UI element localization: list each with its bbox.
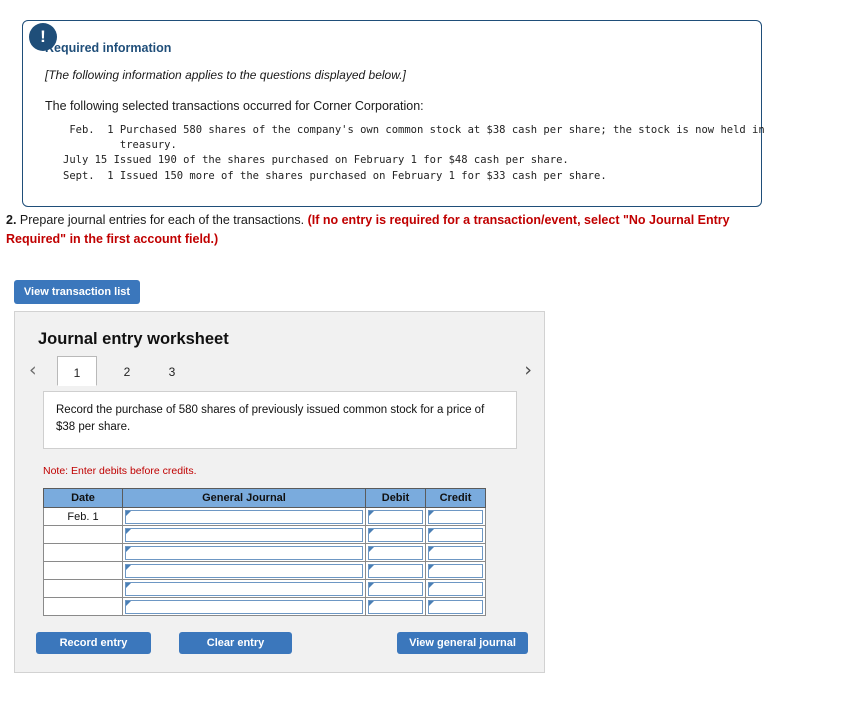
view-general-journal-button[interactable]: View general journal bbox=[397, 632, 528, 654]
general-journal-input[interactable] bbox=[125, 545, 363, 560]
credit-cell bbox=[425, 507, 486, 526]
credit-input[interactable] bbox=[428, 527, 483, 542]
debit-cell bbox=[365, 543, 426, 562]
general-journal-cell bbox=[122, 525, 366, 544]
general-journal-cell bbox=[122, 597, 366, 616]
date-cell[interactable]: Feb. 1 bbox=[43, 507, 123, 526]
general-journal-cell bbox=[122, 579, 366, 598]
credit-input[interactable] bbox=[428, 509, 483, 524]
credit-cell bbox=[425, 561, 486, 580]
table-row bbox=[43, 597, 486, 616]
general-journal-input[interactable] bbox=[125, 527, 363, 542]
general-journal-cell bbox=[122, 543, 366, 562]
debit-input[interactable] bbox=[368, 509, 423, 524]
clear-entry-button[interactable]: Clear entry bbox=[179, 632, 292, 654]
date-cell[interactable] bbox=[43, 579, 123, 598]
debit-cell bbox=[365, 525, 426, 544]
general-journal-input[interactable] bbox=[125, 509, 363, 524]
debit-cell bbox=[365, 579, 426, 598]
credit-cell bbox=[425, 579, 486, 598]
journal-entry-worksheet-panel: Journal entry worksheet ‹ 1 2 3 › Record… bbox=[14, 311, 545, 673]
required-information-subnote: [The following information applies to th… bbox=[45, 68, 406, 82]
debit-input[interactable] bbox=[368, 527, 423, 542]
question-text: Prepare journal entries for each of the … bbox=[19, 213, 305, 227]
table-row bbox=[43, 561, 486, 580]
view-transaction-list-button[interactable]: View transaction list bbox=[14, 280, 140, 304]
debit-cell bbox=[365, 507, 426, 526]
required-information-lead: The following selected transactions occu… bbox=[45, 99, 424, 113]
worksheet-prompt: Record the purchase of 580 shares of pre… bbox=[43, 391, 517, 449]
question-number: 2. bbox=[6, 213, 17, 227]
debit-input[interactable] bbox=[368, 563, 423, 578]
table-header-row: Date General Journal Debit Credit bbox=[43, 488, 486, 508]
general-journal-cell bbox=[122, 561, 366, 580]
table-row: Feb. 1 bbox=[43, 507, 486, 526]
question-instruction: 2. Prepare journal entries for each of t… bbox=[6, 211, 786, 249]
worksheet-title: Journal entry worksheet bbox=[38, 330, 229, 348]
debit-cell bbox=[365, 561, 426, 580]
credit-input[interactable] bbox=[428, 581, 483, 596]
column-header-general-journal: General Journal bbox=[122, 488, 366, 508]
journal-entry-table: Date General Journal Debit Credit Feb. 1 bbox=[43, 488, 486, 616]
date-cell[interactable] bbox=[43, 543, 123, 562]
chevron-left-icon[interactable]: ‹ bbox=[29, 359, 37, 381]
required-information-title: Required information bbox=[45, 41, 172, 55]
debit-input[interactable] bbox=[368, 599, 423, 614]
worksheet-tabstrip: ‹ 1 2 3 › bbox=[29, 356, 532, 389]
record-entry-button[interactable]: Record entry bbox=[36, 632, 151, 654]
credit-cell bbox=[425, 597, 486, 616]
debit-input[interactable] bbox=[368, 545, 423, 560]
credit-input[interactable] bbox=[428, 545, 483, 560]
chevron-right-icon[interactable]: › bbox=[524, 359, 532, 381]
general-journal-input[interactable] bbox=[125, 581, 363, 596]
worksheet-tab-3[interactable]: 3 bbox=[152, 356, 192, 386]
credit-cell bbox=[425, 543, 486, 562]
transaction-list-text: Feb. 1 Purchased 580 shares of the compa… bbox=[63, 124, 765, 182]
general-journal-input[interactable] bbox=[125, 599, 363, 614]
credit-input[interactable] bbox=[428, 599, 483, 614]
exclamation-icon: ! bbox=[29, 23, 57, 51]
general-journal-input[interactable] bbox=[125, 563, 363, 578]
date-cell[interactable] bbox=[43, 561, 123, 580]
table-row bbox=[43, 525, 486, 544]
table-row bbox=[43, 579, 486, 598]
column-header-date: Date bbox=[43, 488, 123, 508]
debits-before-credits-note: Note: Enter debits before credits. bbox=[43, 465, 197, 477]
credit-input[interactable] bbox=[428, 563, 483, 578]
worksheet-tab-2[interactable]: 2 bbox=[107, 356, 147, 386]
debit-cell bbox=[365, 597, 426, 616]
date-cell[interactable] bbox=[43, 597, 123, 616]
required-information-box: ! Required information [The following in… bbox=[22, 20, 765, 207]
date-cell[interactable] bbox=[43, 525, 123, 544]
debit-input[interactable] bbox=[368, 581, 423, 596]
credit-cell bbox=[425, 525, 486, 544]
general-journal-cell bbox=[122, 507, 366, 526]
column-header-credit: Credit bbox=[425, 488, 486, 508]
table-row bbox=[43, 543, 486, 562]
worksheet-tab-1[interactable]: 1 bbox=[57, 356, 97, 386]
column-header-debit: Debit bbox=[365, 488, 426, 508]
